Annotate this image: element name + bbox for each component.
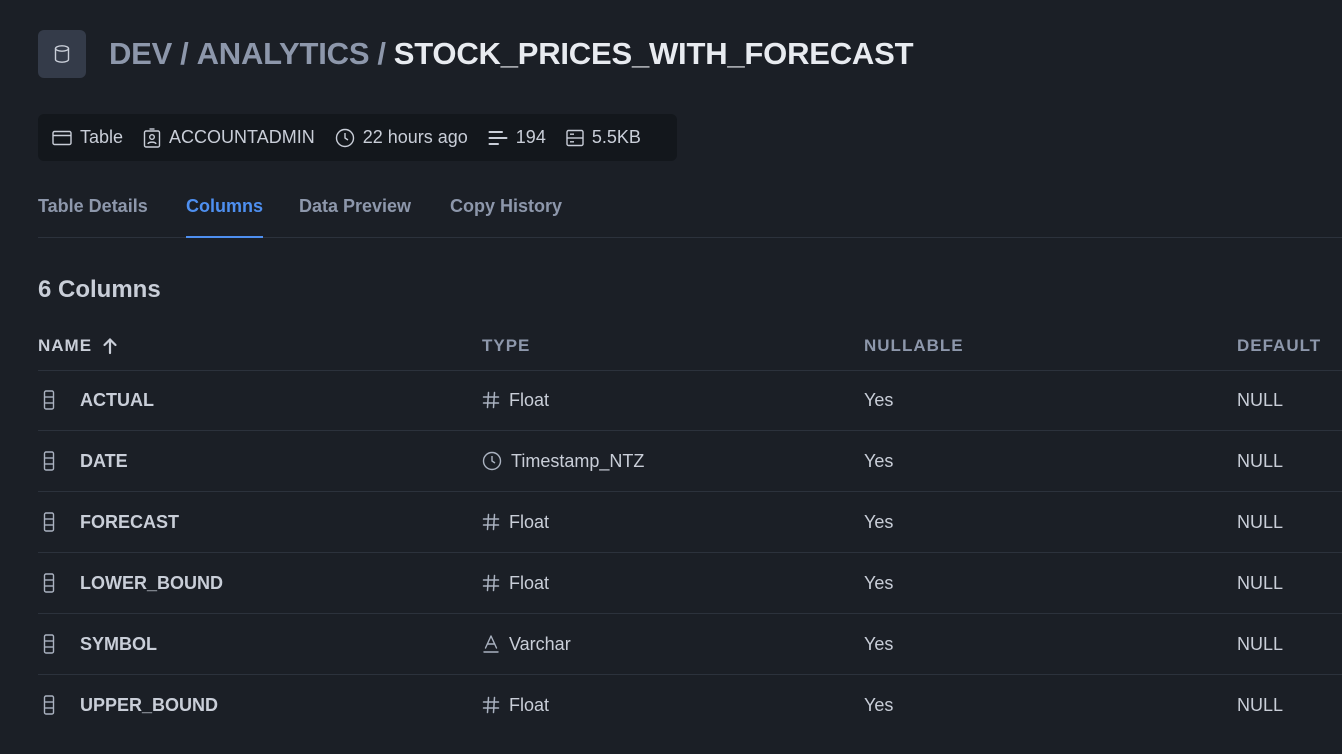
database-icon [38,30,86,78]
hash-icon [482,574,500,592]
column-header-nullable[interactable]: NULLABLE [864,336,964,356]
column-nullable: Yes [864,633,894,654]
column-type-label: Timestamp_NTZ [511,450,645,471]
breadcrumb-separator: / [180,36,189,71]
page-title: DEV / ANALYTICS / STOCK_PRICES_WITH_FORECAST [109,36,914,72]
tab-data-preview[interactable]: Data Preview [299,196,411,217]
column-type: Float [482,492,549,552]
text-icon [483,635,499,653]
table-row[interactable]: FORECAST Float Yes NULL [38,492,1342,553]
tab-copy-history[interactable]: Copy History [450,196,562,217]
column-type-label: Float [509,511,550,532]
table-row[interactable]: UPPER_BOUND Float Yes NULL [38,675,1342,735]
tab-columns[interactable]: Columns [186,196,263,217]
breadcrumb-database[interactable]: DEV [109,36,172,71]
page-header: DEV / ANALYTICS / STOCK_PRICES_WITH_FORECAST [38,30,914,78]
column-icon [43,675,55,735]
column-type-label: Float [509,389,550,410]
meta-rows: 194 [488,127,546,148]
meta-size: 5.5KB [566,127,641,148]
column-name: ACTUAL [80,389,154,410]
meta-rows-label: 194 [515,127,546,147]
column-default: NULL [1237,450,1284,471]
meta-modified: 22 hours ago [335,127,468,148]
meta-size-label: 5.5KB [591,127,641,147]
column-type: Float [482,675,549,735]
rows-icon [488,130,508,145]
column-name: DATE [80,450,128,471]
column-name: FORECAST [80,511,179,532]
column-nullable: Yes [864,572,894,593]
column-type: Float [482,370,549,430]
column-icon [43,614,55,674]
owner-badge-icon [143,127,161,148]
column-type-label: Varchar [509,633,571,654]
meta-owner: ACCOUNTADMIN [143,127,315,148]
table-row[interactable]: ACTUAL Float Yes NULL [38,370,1342,431]
clock-icon [482,451,502,471]
column-default: NULL [1237,572,1284,593]
column-header-name-label: NAME [38,336,93,355]
breadcrumb-table: STOCK_PRICES_WITH_FORECAST [393,36,914,71]
column-nullable: Yes [864,511,894,532]
column-nullable: Yes [864,389,894,410]
column-icon [43,431,55,491]
table-row[interactable]: LOWER_BOUND Float Yes NULL [38,553,1342,614]
meta-kind-label: Table [80,127,124,147]
column-default: NULL [1237,511,1284,532]
table-details-page: DEV / ANALYTICS / STOCK_PRICES_WITH_FORECAST… [0,0,1342,754]
table-row[interactable]: DATE Timestamp_NTZ Yes NULL [38,431,1342,492]
column-header-name[interactable]: NAME [38,336,118,356]
breadcrumb-schema[interactable]: ANALYTICS [197,36,370,71]
column-default: NULL [1237,694,1284,715]
column-default: NULL [1237,389,1284,410]
breadcrumb-separator: / [377,36,386,71]
meta-owner-label: ACCOUNTADMIN [169,127,315,147]
sort-ascending-icon [103,338,117,355]
clock-icon [335,128,354,147]
column-icon [43,492,55,552]
storage-icon [566,129,584,146]
column-header-default[interactable]: DEFAULT [1237,336,1321,356]
column-nullable: Yes [864,694,894,715]
table-header: NAME TYPE NULLABLE DEFAULT [38,330,1342,371]
hash-icon [482,696,500,714]
column-type: Timestamp_NTZ [482,431,644,491]
active-tab-indicator [186,236,263,238]
table-meta-bar: Table ACCOUNTADMIN 22 hours ago 194 5.5K… [38,114,677,161]
column-name: LOWER_BOUND [80,572,223,593]
tab-table-details[interactable]: Table Details [38,196,148,217]
column-type: Varchar [482,614,571,674]
column-icon [43,553,55,613]
hash-icon [482,513,500,531]
hash-icon [482,391,500,409]
column-nullable: Yes [864,450,894,471]
column-count-heading: 6 Columns [38,276,161,303]
meta-kind: Table [52,127,123,148]
meta-modified-label: 22 hours ago [362,127,468,147]
column-type-label: Float [509,694,550,715]
column-name: SYMBOL [80,633,158,654]
table-icon [52,130,72,145]
tab-bar: Table Details Columns Data Preview Copy … [38,192,1342,238]
column-name: UPPER_BOUND [80,694,219,715]
column-type: Float [482,553,549,613]
column-default: NULL [1237,633,1284,654]
column-type-label: Float [509,572,550,593]
table-row[interactable]: SYMBOL Varchar Yes NULL [38,614,1342,675]
column-icon [43,370,55,430]
column-header-type[interactable]: TYPE [482,336,530,356]
